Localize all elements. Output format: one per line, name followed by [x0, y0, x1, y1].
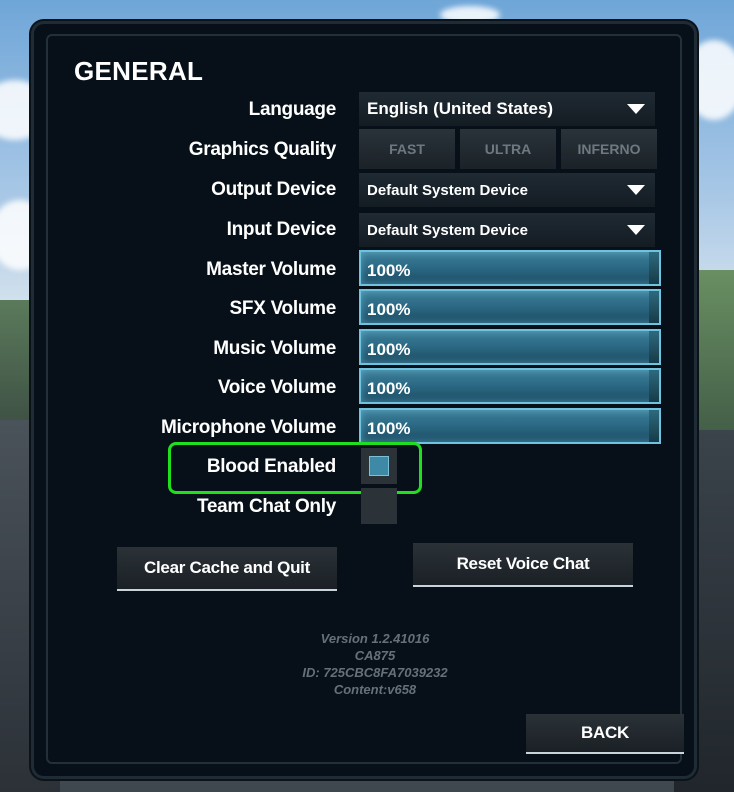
master-volume-value: 100% — [367, 261, 411, 280]
slider-handle[interactable] — [649, 410, 659, 442]
reset-voice-chat-button[interactable]: Reset Voice Chat — [413, 543, 633, 587]
graphics-quality-label: Graphics Quality — [188, 139, 337, 160]
version-number: Version 1.2.41016 — [320, 631, 430, 646]
master-volume-slider[interactable]: 100% — [359, 250, 661, 286]
output-device-label: Output Device — [211, 179, 336, 200]
chevron-down-icon — [627, 225, 645, 235]
music-volume-value: 100% — [367, 340, 411, 359]
voice-volume-label: Voice Volume — [217, 377, 336, 398]
input-device-value: Default System Device — [367, 221, 528, 239]
language-value: English (United States) — [367, 99, 554, 118]
master-volume-label: Master Volume — [206, 259, 336, 280]
page-title: GENERAL — [74, 56, 204, 86]
output-device-dropdown[interactable]: Default System Device — [359, 173, 655, 207]
graphics-fast-button[interactable]: FAST — [359, 129, 455, 169]
team-chat-only-label: Team Chat Only — [196, 496, 336, 517]
input-device-dropdown[interactable]: Default System Device — [359, 213, 655, 247]
team-chat-only-checkbox[interactable] — [361, 488, 397, 524]
graphics-ultra-button[interactable]: ULTRA — [460, 129, 556, 169]
device-id: ID: 725CBC8FA7039232 — [302, 665, 448, 680]
language-dropdown[interactable]: English (United States) — [359, 92, 655, 126]
graphics-inferno-button[interactable]: INFERNO — [561, 129, 657, 169]
build-code: CA875 — [354, 648, 396, 663]
chevron-down-icon — [627, 185, 645, 195]
sfx-volume-slider[interactable]: 100% — [359, 289, 661, 325]
version-info: Version 1.2.41016 CA875 ID: 725CBC8FA703… — [300, 630, 450, 698]
chevron-down-icon — [627, 104, 645, 114]
slider-handle[interactable] — [649, 331, 659, 363]
slider-handle[interactable] — [649, 252, 659, 284]
output-device-value: Default System Device — [367, 181, 528, 199]
microphone-volume-slider[interactable]: 100% — [359, 408, 661, 444]
language-label: Language — [248, 99, 337, 120]
slider-handle[interactable] — [649, 370, 659, 402]
voice-volume-value: 100% — [367, 379, 411, 398]
checkbox-check-fill — [369, 456, 389, 476]
content-version: Content:v658 — [333, 682, 417, 697]
microphone-volume-label: Microphone Volume — [160, 417, 336, 438]
voice-volume-slider[interactable]: 100% — [359, 368, 661, 404]
sfx-volume-value: 100% — [367, 300, 411, 319]
music-volume-slider[interactable]: 100% — [359, 329, 661, 365]
blood-enabled-checkbox[interactable] — [361, 448, 397, 484]
blood-enabled-label: Blood Enabled — [206, 456, 336, 477]
back-button[interactable]: BACK — [526, 714, 684, 754]
input-device-label: Input Device — [226, 219, 337, 240]
sfx-volume-label: SFX Volume — [229, 298, 337, 319]
clear-cache-button[interactable]: Clear Cache and Quit — [117, 547, 337, 591]
microphone-volume-value: 100% — [367, 419, 411, 438]
slider-handle[interactable] — [649, 291, 659, 323]
music-volume-label: Music Volume — [213, 338, 336, 359]
cloud — [440, 6, 500, 24]
